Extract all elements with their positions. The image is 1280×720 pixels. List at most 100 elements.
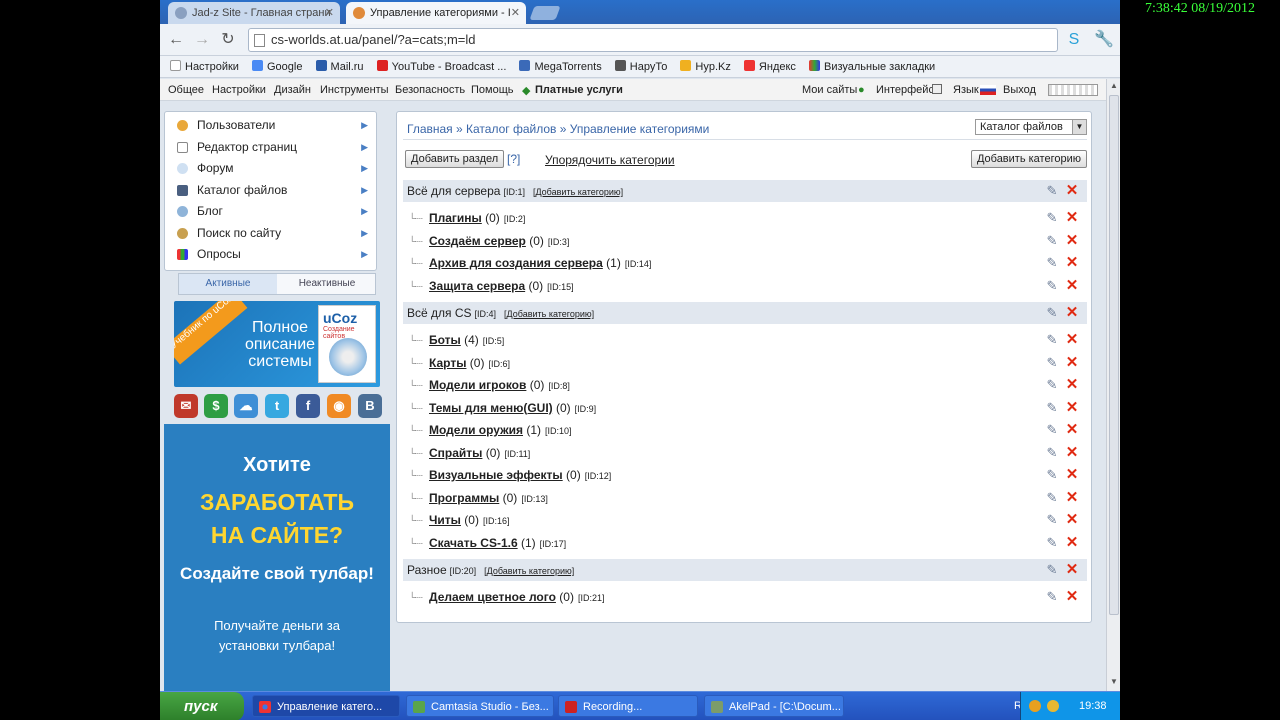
back-icon[interactable]: ← [166,30,186,50]
reload-icon[interactable]: ↻ [218,30,238,50]
scrollbar-thumb[interactable] [1109,95,1119,615]
interface-checkbox[interactable] [932,84,942,94]
scroll-up-icon[interactable]: ▲ [1109,81,1119,93]
bookmark-megatorrents[interactable]: MegaTorrents [519,56,602,78]
rss-icon[interactable]: ◉ [327,394,351,418]
nav-logout[interactable]: Выход [1003,84,1036,96]
category-name-link[interactable]: Скачать CS-1.6 [429,536,518,550]
module-select[interactable]: Каталог файлов ▼ [975,119,1087,135]
volume-icon[interactable] [1047,700,1059,712]
facebook-icon[interactable]: f [296,394,320,418]
tab-categories[interactable]: Управление категориями - I ✕ [346,2,526,24]
edit-icon[interactable]: ✎ [1045,333,1059,347]
delete-icon[interactable]: ✕ [1065,377,1079,392]
bookmark-youtube[interactable]: YouTube - Broadcast ... [376,56,506,78]
category-name-link[interactable]: Спрайты [429,446,482,460]
delete-icon[interactable]: ✕ [1065,589,1079,604]
task-camtasia[interactable]: Camtasia Studio - Без... [406,695,554,717]
edit-icon[interactable]: ✎ [1045,590,1059,604]
scroll-down-icon[interactable]: ▼ [1109,677,1119,689]
delete-icon[interactable]: ✕ [1065,332,1079,347]
delete-icon[interactable]: ✕ [1065,562,1079,577]
edit-icon[interactable]: ✎ [1045,563,1059,577]
nav-tools[interactable]: Инструменты [320,84,389,96]
task-chrome[interactable]: Управление катего... [252,695,400,717]
category-name-link[interactable]: Темы для меню(GUI) [429,401,553,415]
tray-app-icon[interactable] [1029,700,1041,712]
category-name-link[interactable]: Читы [429,513,461,527]
add-category-link[interactable]: [Добавить категорию] [504,309,594,319]
start-button[interactable]: пуск [160,692,244,720]
category-name-link[interactable]: Визуальные эффекты [429,468,563,482]
skype-icon[interactable]: S [1064,30,1084,50]
envelope-icon[interactable]: ✉ [174,394,198,418]
edit-icon[interactable]: ✎ [1045,423,1059,437]
edit-icon[interactable]: ✎ [1045,256,1059,270]
forward-icon[interactable]: → [192,30,212,50]
menu-item-polls[interactable]: Опросы ▶ [169,244,372,266]
category-name-link[interactable]: Плагины [429,211,482,225]
delete-icon[interactable]: ✕ [1065,400,1079,415]
vkontakte-icon[interactable]: В [358,394,382,418]
bookmark-yandex[interactable]: Яндекс [743,56,796,78]
delete-icon[interactable]: ✕ [1065,233,1079,248]
menu-item-file-catalog[interactable]: Каталог файлов ▶ [169,180,372,202]
nav-interface[interactable]: Интерфейс [876,84,934,96]
category-name-link[interactable]: Делаем цветное лого [429,590,556,604]
menu-item-search[interactable]: Поиск по сайту ▶ [169,223,372,245]
category-name-link[interactable]: Создаём сервер [429,234,526,248]
edit-icon[interactable]: ✎ [1045,184,1059,198]
delete-icon[interactable]: ✕ [1065,305,1079,320]
edit-icon[interactable]: ✎ [1045,378,1059,392]
edit-icon[interactable]: ✎ [1045,233,1059,248]
toolbar-promo-banner[interactable]: Хотите ЗАРАБОТАТЬ НА САЙТЕ? Создайте свой… [164,424,390,691]
edit-icon[interactable]: ✎ [1045,400,1059,415]
task-recording[interactable]: Recording... [558,695,698,717]
nav-paid-services[interactable]: Платные услуги [535,84,623,96]
nav-help[interactable]: Помощь [471,84,514,96]
add-category-button[interactable]: Добавить категорию [970,150,1087,168]
bookmark-google[interactable]: Google [252,56,302,78]
edit-icon[interactable]: ✎ [1045,468,1059,482]
delete-icon[interactable]: ✕ [1065,255,1079,270]
category-name-link[interactable]: Карты [429,356,466,370]
add-category-link[interactable]: [Добавить категорию] [533,187,623,197]
delete-icon[interactable]: ✕ [1065,210,1079,225]
nav-language[interactable]: Язык [953,84,979,96]
bookmark-visual[interactable]: Визуальные закладки [808,56,935,78]
nav-my-sites[interactable]: Мои сайты [802,84,857,96]
edit-icon[interactable]: ✎ [1045,535,1059,550]
category-name-link[interactable]: Архив для создания сервера [429,256,603,270]
menu-item-page-editor[interactable]: Редактор страниц ▶ [169,137,372,159]
wrench-icon[interactable]: 🔧 [1094,30,1114,50]
menu-item-users[interactable]: Пользователи ▶ [169,115,372,137]
task-akelpad[interactable]: AkelPad - [C:\Docum... [704,695,844,717]
nav-design[interactable]: Дизайн [274,84,311,96]
delete-icon[interactable]: ✕ [1065,535,1079,550]
edit-icon[interactable]: ✎ [1045,211,1059,225]
bookmark-hypkz[interactable]: Hyp.Kz [680,56,731,78]
help-link[interactable]: [?] [507,152,520,166]
bookmark-naruto[interactable]: НаруТо [614,56,667,78]
cloud-icon[interactable]: ☁ [234,394,258,418]
page-scrollbar[interactable]: ▲ ▼ [1106,79,1120,691]
delete-icon[interactable]: ✕ [1065,467,1079,482]
delete-icon[interactable]: ✕ [1065,445,1079,460]
category-name-link[interactable]: Модели оружия [429,423,523,437]
tab-inactive[interactable]: Неактивные [278,274,376,294]
bookmark-mailru[interactable]: Mail.ru [315,56,364,78]
add-category-link[interactable]: [Добавить категорию] [484,566,574,576]
menu-item-blog[interactable]: Блог ▶ [169,201,372,223]
delete-icon[interactable]: ✕ [1065,278,1079,293]
delete-icon[interactable]: ✕ [1065,355,1079,370]
nav-settings[interactable]: Настройки [212,84,266,96]
bookmark-settings[interactable]: Настройки [170,56,239,78]
category-name-link[interactable]: Программы [429,491,499,505]
category-name-link[interactable]: Боты [429,333,461,347]
nav-security[interactable]: Безопасность [395,84,465,96]
tab-jad-z-site[interactable]: Jad-z Site - Главная страни ✕ [168,2,340,24]
twitter-icon[interactable]: t [265,394,289,418]
add-section-button[interactable]: Добавить раздел [405,150,505,168]
delete-icon[interactable]: ✕ [1065,490,1079,505]
sort-categories-link[interactable]: Упорядочить категории [545,153,675,167]
